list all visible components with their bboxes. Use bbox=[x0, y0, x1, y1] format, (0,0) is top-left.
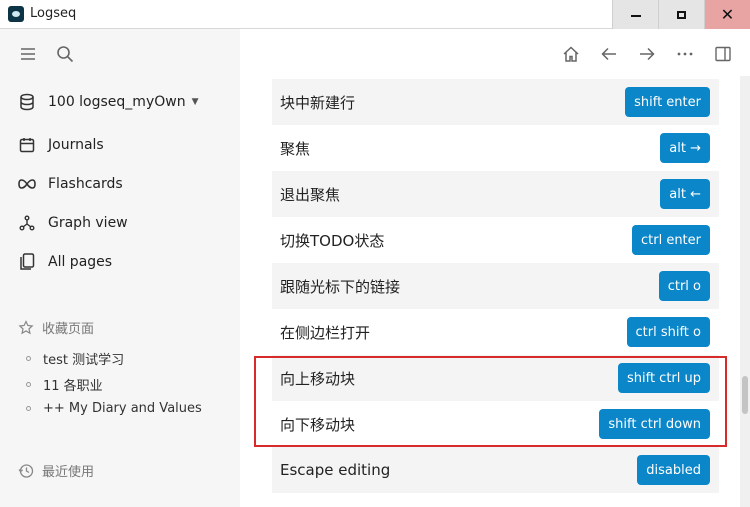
shortcut-row: 块中新建行 shift enter bbox=[272, 79, 719, 125]
shortcut-label: 退出聚焦 bbox=[280, 185, 341, 204]
shortcut-label: 块中新建行 bbox=[280, 93, 356, 112]
pages-icon bbox=[16, 251, 38, 273]
graph-selector[interactable]: 100 logseq_myOwn ▼ bbox=[16, 90, 199, 114]
arrow-left-icon bbox=[601, 47, 616, 61]
sidebar-item-graph-view[interactable]: Graph view bbox=[16, 211, 128, 235]
favorite-label: test 测试学习 bbox=[43, 353, 125, 368]
calendar-icon bbox=[16, 134, 38, 156]
minimize-icon bbox=[630, 14, 641, 17]
sidebar-item-label: All pages bbox=[48, 254, 113, 270]
favorite-item[interactable]: 11 各职业 bbox=[26, 375, 103, 394]
sidebar-item-label: Journals bbox=[48, 137, 104, 153]
home-icon bbox=[563, 46, 579, 62]
favorite-item[interactable]: test 测试学习 bbox=[26, 349, 124, 368]
sidebar-item-all-pages[interactable]: All pages bbox=[16, 250, 112, 274]
shortcut-label: 切换TODO状态 bbox=[280, 231, 385, 250]
scrollbar-track[interactable] bbox=[740, 76, 750, 507]
favorite-item[interactable]: ++ My Diary and Values bbox=[26, 401, 202, 416]
recent-title: 最近使用 bbox=[42, 465, 95, 480]
bullet-icon bbox=[26, 382, 31, 387]
sidebar-item-label: Flashcards bbox=[48, 176, 123, 192]
shortcut-key-button[interactable]: alt → bbox=[660, 133, 710, 163]
bullet-icon bbox=[26, 406, 31, 411]
logseq-logo-icon bbox=[8, 6, 24, 22]
home-button[interactable] bbox=[559, 42, 583, 66]
graph-icon bbox=[16, 212, 38, 234]
right-sidebar-toggle-button[interactable] bbox=[711, 42, 735, 66]
shortcut-label: 跟随光标下的链接 bbox=[280, 277, 401, 296]
graph-name: 100 logseq_myOwn bbox=[48, 94, 186, 110]
forward-button[interactable] bbox=[635, 42, 659, 66]
left-sidebar: 100 logseq_myOwn ▼ Journals Flashcards G… bbox=[0, 29, 240, 507]
window-title: Logseq bbox=[30, 6, 77, 21]
shortcut-row: 跟随光标下的链接 ctrl o bbox=[272, 263, 719, 309]
shortcut-key-button[interactable]: ctrl enter bbox=[631, 225, 710, 255]
sidebar-item-flashcards[interactable]: Flashcards bbox=[16, 172, 123, 196]
shortcut-key-button[interactable]: ctrl shift o bbox=[626, 317, 710, 347]
history-icon bbox=[18, 463, 34, 479]
shortcut-label: 在侧边栏打开 bbox=[280, 323, 371, 342]
shortcut-row: 切换TODO状态 ctrl enter bbox=[272, 217, 719, 263]
shortcut-key-button[interactable]: alt ← bbox=[660, 179, 710, 209]
shortcut-row: 在侧边栏打开 ctrl shift o bbox=[272, 309, 719, 355]
back-button[interactable] bbox=[597, 42, 621, 66]
shortcut-key-button[interactable]: shift enter bbox=[625, 87, 710, 117]
shortcut-row: 聚焦 alt → bbox=[272, 125, 719, 171]
title-bar: Logseq ✕ bbox=[0, 0, 750, 29]
favorite-label: ++ My Diary and Values bbox=[43, 401, 202, 416]
search-button[interactable] bbox=[53, 42, 77, 66]
shortcut-label: 聚焦 bbox=[280, 139, 311, 158]
star-icon bbox=[18, 319, 34, 336]
favorites-header[interactable]: 收藏页面 bbox=[18, 318, 94, 337]
maximize-icon bbox=[677, 10, 686, 19]
close-icon: ✕ bbox=[720, 5, 735, 24]
hamburger-icon bbox=[21, 48, 35, 60]
chevron-down-icon: ▼ bbox=[191, 97, 199, 107]
scrollbar-thumb[interactable] bbox=[742, 376, 748, 414]
sidebar-item-label: Graph view bbox=[48, 215, 128, 231]
shortcut-key-button[interactable]: disabled bbox=[637, 455, 710, 485]
more-button[interactable] bbox=[673, 42, 697, 66]
database-icon bbox=[16, 91, 38, 113]
recent-header[interactable]: 最近使用 bbox=[18, 461, 94, 480]
bullet-icon bbox=[26, 356, 31, 361]
shortcut-row: 退出聚焦 alt ← bbox=[272, 171, 719, 217]
shortcut-row: Escape editing disabled bbox=[272, 447, 719, 493]
menu-toggle-button[interactable] bbox=[16, 42, 40, 66]
close-button[interactable]: ✕ bbox=[704, 0, 750, 29]
favorites-title: 收藏页面 bbox=[42, 322, 95, 337]
shortcut-key-button[interactable]: ctrl o bbox=[658, 271, 710, 301]
maximize-button[interactable] bbox=[658, 0, 704, 29]
search-icon bbox=[57, 46, 74, 63]
arrow-right-icon bbox=[640, 47, 655, 61]
more-icon bbox=[677, 52, 693, 56]
shortcut-label: Escape editing bbox=[280, 461, 391, 479]
sidebar-toggle-icon bbox=[715, 46, 731, 62]
highlight-box bbox=[254, 356, 727, 447]
favorite-label: 11 各职业 bbox=[43, 379, 103, 394]
infinity-icon bbox=[16, 173, 38, 195]
sidebar-item-journals[interactable]: Journals bbox=[16, 133, 104, 157]
minimize-button[interactable] bbox=[612, 0, 658, 29]
